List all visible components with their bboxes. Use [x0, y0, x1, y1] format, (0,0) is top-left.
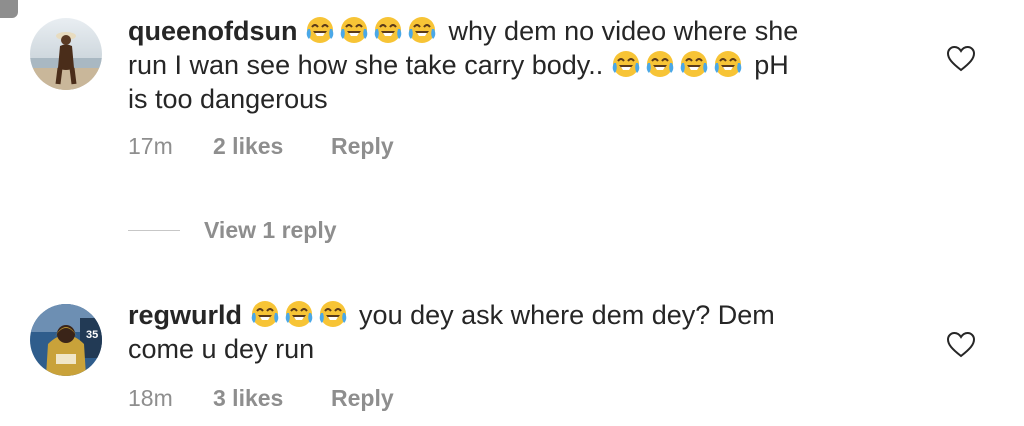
timestamp: 17m: [128, 133, 173, 159]
like-button[interactable]: [946, 330, 976, 360]
comment-meta: 18m 3 likes Reply: [128, 385, 394, 412]
face-with-tears-of-joy-icon: [407, 15, 437, 45]
face-with-tears-of-joy-icon: [373, 15, 403, 45]
heart-outline-icon: [946, 331, 976, 358]
comment-body-line-2-tail: pH: [754, 50, 789, 80]
comment-body-line-2: run I wan see how she take carry body..: [128, 50, 604, 80]
view-replies-label: View 1 reply: [204, 216, 337, 243]
likes-count[interactable]: 2 likes: [213, 133, 331, 160]
like-button[interactable]: [946, 44, 976, 74]
likes-count[interactable]: 3 likes: [213, 385, 331, 412]
comment-body-line-2: come u dey run: [128, 334, 315, 364]
face-with-tears-of-joy-icon: [713, 49, 743, 79]
comment-text: queenofdsun why dem no video where she r…: [128, 14, 928, 116]
heart-outline-icon: [946, 45, 976, 72]
avatar[interactable]: 35: [30, 304, 102, 376]
timestamp: 18m: [128, 385, 173, 411]
face-with-tears-of-joy-icon: [679, 49, 709, 79]
face-with-tears-of-joy-icon: [318, 299, 348, 329]
svg-text:35: 35: [86, 329, 98, 341]
view-replies-button[interactable]: View 1 reply: [128, 214, 337, 246]
face-with-tears-of-joy-icon: [645, 49, 675, 79]
face-with-tears-of-joy-icon: [305, 15, 335, 45]
comment-body-line-3: is too dangerous: [128, 84, 328, 114]
face-with-tears-of-joy-icon: [611, 49, 641, 79]
comment-meta: 17m 2 likes Reply: [128, 133, 394, 160]
avatar[interactable]: [30, 18, 102, 90]
comment-text: regwurld you dey ask where dem dey? Dem …: [128, 298, 928, 366]
window-corner: [0, 0, 18, 18]
username[interactable]: queenofdsun: [128, 16, 298, 46]
username[interactable]: regwurld: [128, 300, 242, 330]
comment-body-line-1: you dey ask where dem dey? Dem: [359, 300, 775, 330]
face-with-tears-of-joy-icon: [250, 299, 280, 329]
reply-button[interactable]: Reply: [331, 385, 394, 412]
face-with-tears-of-joy-icon: [339, 15, 369, 45]
divider: [128, 229, 180, 231]
reply-button[interactable]: Reply: [331, 133, 394, 160]
comment-body-line-1: why dem no video where she: [448, 16, 799, 46]
face-with-tears-of-joy-icon: [284, 299, 314, 329]
